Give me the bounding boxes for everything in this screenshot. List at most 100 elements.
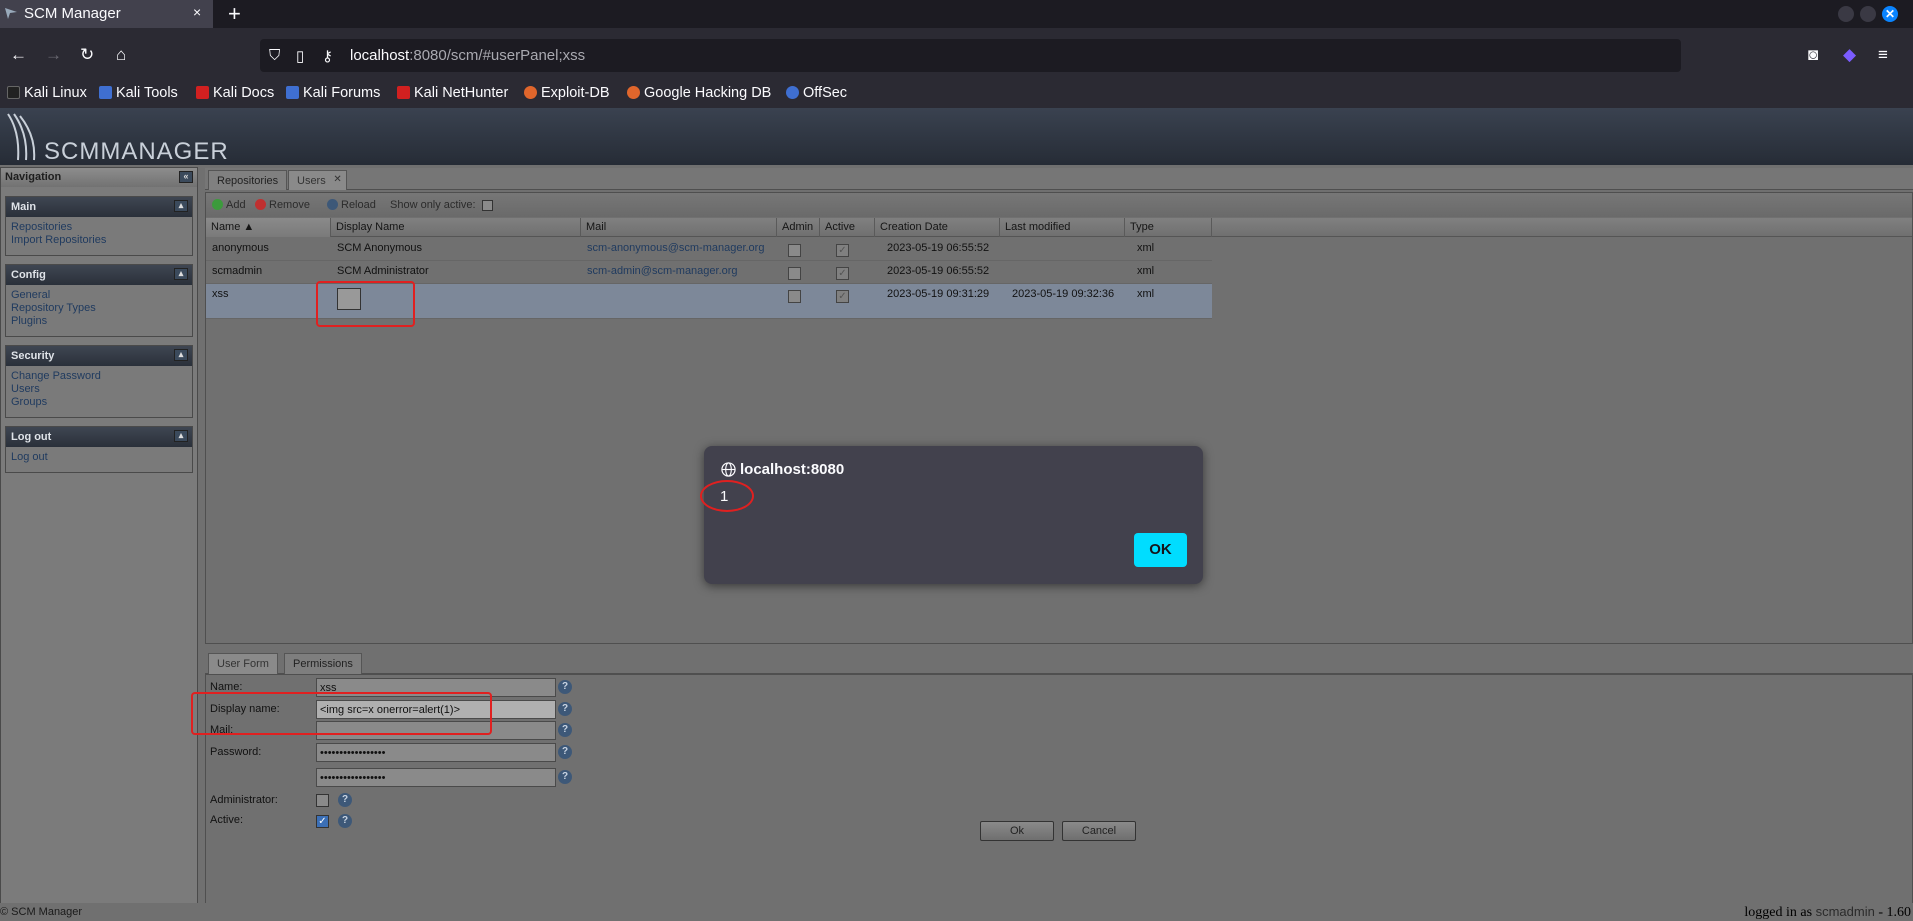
maximize-icon[interactable] [1860, 6, 1876, 22]
reload-icon[interactable]: ↻ [80, 46, 94, 63]
back-icon[interactable]: ← [10, 46, 27, 63]
active-checkbox: ✓ [836, 267, 849, 280]
nav-link-plugins[interactable]: Plugins [11, 315, 187, 328]
help-icon[interactable]: ? [558, 723, 572, 737]
tab-user-form[interactable]: User Form [208, 653, 278, 674]
help-icon[interactable]: ? [558, 702, 572, 716]
tab-close-icon[interactable]: × [193, 4, 201, 20]
password-label: Password: [210, 746, 261, 758]
collapse-icon[interactable]: ▴ [174, 200, 188, 212]
admin-checkbox [788, 290, 801, 303]
pocket-icon[interactable]: ◙ [1808, 46, 1818, 63]
grid-header: Name ▲ Display Name Mail Admin Active Cr… [206, 218, 1912, 237]
new-tab-icon[interactable]: + [228, 1, 241, 27]
nav-link-repositories[interactable]: Repositories [11, 221, 187, 234]
administrator-checkbox[interactable] [316, 794, 329, 807]
nav-link-logout[interactable]: Log out [11, 451, 187, 464]
bookmark-google-hacking-db[interactable]: Google Hacking DB [627, 85, 771, 101]
highlight-box [316, 281, 415, 327]
bookmark-kali-nethunter[interactable]: Kali NetHunter [397, 85, 508, 101]
column-admin[interactable]: Admin [777, 218, 820, 237]
url-path: :8080/scm/#userPanel;xss [409, 47, 585, 64]
help-icon[interactable]: ? [338, 814, 352, 828]
cell-mail[interactable]: scm-anonymous@scm-manager.org [587, 242, 764, 254]
alert-ok-button[interactable]: OK [1134, 533, 1187, 567]
close-tab-icon[interactable]: ✕ [333, 174, 341, 185]
scm-logo-icon [6, 112, 46, 164]
administrator-label: Administrator: [210, 794, 278, 806]
collapse-icon[interactable]: ▴ [174, 430, 188, 442]
cell-type: xml [1137, 265, 1154, 277]
ok-button[interactable]: Ok [980, 821, 1054, 841]
password-field[interactable]: ••••••••••••••••• [316, 743, 556, 762]
cell-mail[interactable]: scm-admin@scm-manager.org [587, 265, 738, 277]
window-close-icon[interactable]: ✕ [1882, 6, 1898, 22]
url-text[interactable]: localhost:8080/scm/#userPanel;xss [350, 47, 585, 64]
column-last-modified[interactable]: Last modified [1000, 218, 1125, 237]
help-icon[interactable]: ? [558, 680, 572, 694]
nav-link-general[interactable]: General [11, 289, 187, 302]
browser-tab[interactable]: SCM Manager × [0, 0, 213, 28]
column-type[interactable]: Type [1125, 218, 1212, 237]
nav-link-import-repositories[interactable]: Import Repositories [11, 234, 187, 247]
status-bar: © SCM Manager logged in as scmadmin - 1.… [0, 903, 1913, 921]
forward-icon[interactable]: → [45, 46, 62, 63]
tab-repositories[interactable]: Repositories [208, 170, 287, 190]
minimize-icon[interactable] [1838, 6, 1854, 22]
navigation-header: Navigation « [1, 168, 197, 187]
cancel-button[interactable]: Cancel [1062, 821, 1136, 841]
collapse-icon[interactable]: ▴ [174, 268, 188, 280]
cell-type: xml [1137, 288, 1154, 300]
help-icon[interactable]: ? [338, 793, 352, 807]
bookmark-offsec[interactable]: OffSec [786, 85, 847, 101]
nav-section-logout: Log out▴ Log out [5, 426, 193, 473]
collapse-icon[interactable]: « [179, 171, 193, 183]
column-name[interactable]: Name ▲ [206, 218, 331, 237]
remove-button[interactable]: Remove [255, 199, 310, 211]
bookmark-kali-tools[interactable]: Kali Tools [99, 85, 178, 101]
key-icon[interactable]: ⚷ [322, 47, 333, 65]
add-button[interactable]: Add [212, 199, 246, 211]
add-icon [212, 199, 223, 210]
highlight-box [191, 692, 492, 735]
active-checkbox: ✓ [836, 290, 849, 303]
form-tabs: User Form Permissions [205, 652, 1913, 674]
menu-icon[interactable]: ≡ [1878, 46, 1888, 63]
grid-toolbar: Add Remove Reload Show only active: [206, 193, 1912, 217]
globe-icon [721, 462, 736, 477]
show-only-active-checkbox[interactable] [482, 200, 493, 211]
confirm-password-field[interactable]: ••••••••••••••••• [316, 768, 556, 787]
bookmark-kali-linux[interactable]: Kali Linux [7, 85, 87, 101]
nav-link-repository-types[interactable]: Repository Types [11, 302, 187, 315]
column-mail[interactable]: Mail [581, 218, 777, 237]
nav-link-users[interactable]: Users [11, 383, 187, 396]
cell-name: xss [212, 288, 229, 300]
tab-permissions[interactable]: Permissions [284, 653, 362, 674]
bookmark-exploit-db[interactable]: Exploit-DB [524, 85, 610, 101]
cell-creation-date: 2023-05-19 06:55:52 [887, 242, 989, 254]
help-icon[interactable]: ? [558, 770, 572, 784]
home-icon[interactable]: ⌂ [116, 46, 126, 63]
reload-button[interactable]: Reload [327, 199, 376, 211]
nav-link-change-password[interactable]: Change Password [11, 370, 187, 383]
url-host: localhost [350, 47, 409, 64]
remove-icon [255, 199, 266, 210]
column-display-name[interactable]: Display Name [331, 218, 581, 237]
help-icon[interactable]: ? [558, 745, 572, 759]
highlight-circle [700, 480, 754, 512]
column-active[interactable]: Active [820, 218, 875, 237]
bookmark-kali-forums[interactable]: Kali Forums [286, 85, 380, 101]
nav-section-title: Security [11, 350, 54, 362]
extension-icon[interactable]: ◆ [1843, 46, 1856, 63]
bookmark-kali-docs[interactable]: Kali Docs [196, 85, 274, 101]
logged-in-user[interactable]: scmadmin [1816, 904, 1875, 919]
shield-icon[interactable]: ⛉ [269, 47, 280, 64]
nav-link-groups[interactable]: Groups [11, 396, 187, 409]
table-row[interactable]: anonymous SCM Anonymous scm-anonymous@sc… [206, 238, 1212, 261]
tab-users[interactable]: Users ✕ [288, 170, 347, 190]
column-creation-date[interactable]: Creation Date [875, 218, 1000, 237]
collapse-icon[interactable]: ▴ [174, 349, 188, 361]
nav-section-title: Main [11, 201, 36, 213]
page-icon[interactable]: ▯ [296, 47, 304, 65]
active-checkbox[interactable]: ✓ [316, 815, 329, 828]
